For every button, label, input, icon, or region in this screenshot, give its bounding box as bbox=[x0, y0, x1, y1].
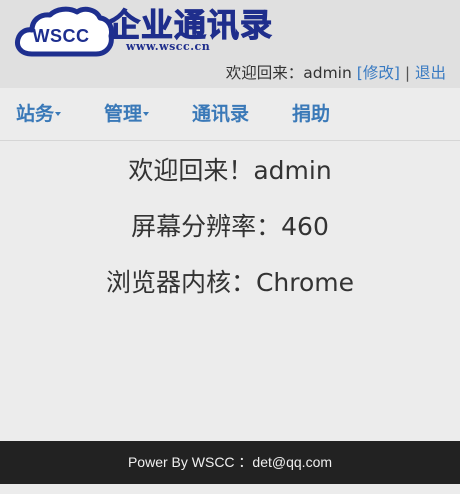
userbar-separator: | bbox=[404, 64, 411, 82]
nav-item-station[interactable]: 站务 bbox=[16, 100, 62, 128]
user-bar: 欢迎回来：admin [修改] | 退出 bbox=[226, 62, 446, 84]
nav-item-manage[interactable]: 管理 bbox=[104, 100, 150, 128]
logo-url: www.wscc.cn bbox=[126, 40, 211, 53]
main-nav: 站务 管理 通讯录 捐助 bbox=[0, 88, 460, 141]
nav-item-contacts[interactable]: 通讯录 bbox=[192, 100, 249, 128]
nav-item-label: 站务 bbox=[16, 103, 55, 125]
edit-profile-link[interactable]: [修改] bbox=[357, 64, 400, 82]
nav-item-label: 管理 bbox=[104, 103, 143, 125]
welcome-message: 欢迎回来！admin bbox=[128, 156, 332, 185]
footer-text: Power By WSCC ：det@qq.com bbox=[127, 454, 333, 470]
browser-engine-text: 浏览器内核：Chrome bbox=[105, 268, 355, 297]
nav-item-label: 通讯录 bbox=[192, 103, 250, 125]
welcome-label: 欢迎回来： bbox=[225, 64, 304, 82]
nav-item-label: 捐助 bbox=[292, 103, 331, 125]
chevron-down-icon bbox=[55, 111, 62, 116]
footer: Power By WSCC ：det@qq.com bbox=[0, 441, 460, 484]
page-root: WSCC 企业通讯录 www.wscc.cn 欢迎回来：admin [修改] |… bbox=[0, 0, 460, 494]
header: WSCC 企业通讯录 www.wscc.cn 欢迎回来：admin [修改] |… bbox=[0, 0, 460, 88]
bottom-strip bbox=[0, 484, 460, 494]
logo-title: 企业通讯录 bbox=[107, 6, 274, 45]
logout-link[interactable]: 退出 bbox=[415, 64, 446, 82]
screen-resolution-text: 屏幕分辨率：460 bbox=[131, 212, 329, 241]
username-label: admin bbox=[303, 64, 352, 82]
logo-cloud-text: WSCC bbox=[32, 26, 90, 46]
chevron-down-icon bbox=[143, 111, 150, 116]
nav-item-donate[interactable]: 捐助 bbox=[292, 100, 330, 128]
site-logo[interactable]: WSCC 企业通讯录 www.wscc.cn bbox=[14, 6, 314, 60]
